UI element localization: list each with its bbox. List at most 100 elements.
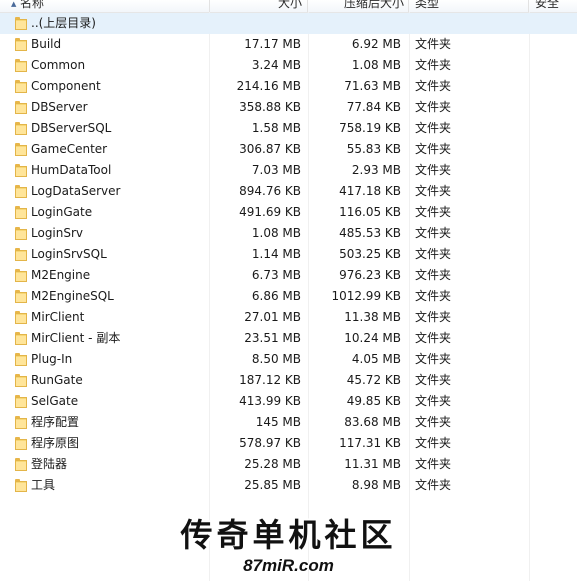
folder-name: HumDataTool (31, 163, 112, 177)
folder-size: 7.03 MB (251, 163, 301, 177)
folder-size: 25.85 MB (244, 478, 301, 492)
folder-name: Common (31, 58, 86, 72)
folder-compressed-size: 1012.99 KB (331, 289, 401, 303)
sort-up-icon: ▲ (11, 0, 17, 8)
folder-icon (15, 332, 27, 345)
folder-row[interactable]: DBServerSQL 1.58 MB 758.19 KB 文件夹 (0, 118, 577, 139)
folder-name: LoginSrvSQL (31, 247, 107, 261)
folder-row[interactable]: RunGate 187.12 KB 45.72 KB 文件夹 (0, 370, 577, 391)
folder-icon (15, 59, 27, 72)
parent-directory-row[interactable]: ..(上层目录) (0, 13, 577, 34)
folder-compressed-size: 55.83 KB (346, 142, 401, 156)
folder-row[interactable]: Plug-In 8.50 MB 4.05 MB 文件夹 (0, 349, 577, 370)
folder-type: 文件夹 (415, 373, 452, 387)
folder-name: LogDataServer (31, 184, 121, 198)
folder-row[interactable]: MirClient 27.01 MB 11.38 MB 文件夹 (0, 307, 577, 328)
folder-type: 文件夹 (415, 163, 452, 177)
folder-type: 文件夹 (415, 268, 452, 282)
folder-name: LoginGate (31, 205, 93, 219)
folder-type: 文件夹 (415, 436, 452, 450)
column-security-label: 安全 (535, 0, 560, 10)
folder-icon (15, 416, 27, 429)
folder-name: LoginSrv (31, 226, 84, 240)
folder-compressed-size: 77.84 KB (346, 100, 401, 114)
folder-size: 358.88 KB (239, 100, 301, 114)
folder-icon (15, 269, 27, 282)
folder-row[interactable]: HumDataTool 7.03 MB 2.93 MB 文件夹 (0, 160, 577, 181)
folder-icon (15, 122, 27, 135)
column-type-header[interactable]: 类型 (409, 0, 529, 12)
folder-type: 文件夹 (415, 100, 452, 114)
folder-compressed-size: 117.31 KB (339, 436, 401, 450)
folder-compressed-size: 11.38 MB (344, 310, 401, 324)
folder-compressed-size: 2.93 MB (351, 163, 401, 177)
folder-icon (15, 311, 27, 324)
folder-name: Component (31, 79, 101, 93)
folder-row[interactable]: MirClient - 副本 23.51 MB 10.24 MB 文件夹 (0, 328, 577, 349)
folder-row[interactable]: M2Engine 6.73 MB 976.23 KB 文件夹 (0, 265, 577, 286)
folder-compressed-size: 758.19 KB (339, 121, 401, 135)
folder-icon (15, 374, 27, 387)
folder-type: 文件夹 (415, 289, 452, 303)
folder-name: 工具 (31, 478, 56, 492)
column-size-header[interactable]: 大小 (210, 0, 308, 12)
folder-row[interactable]: LogDataServer 894.76 KB 417.18 KB 文件夹 (0, 181, 577, 202)
folder-type: 文件夹 (415, 331, 452, 345)
folder-name: RunGate (31, 373, 83, 387)
folder-type: 文件夹 (415, 394, 452, 408)
column-compressed-header[interactable]: 压缩后大小 (308, 0, 409, 12)
folder-name: M2EngineSQL (31, 289, 114, 303)
folder-row[interactable]: LoginSrv 1.08 MB 485.53 KB 文件夹 (0, 223, 577, 244)
folder-name: SelGate (31, 394, 79, 408)
folder-row[interactable]: DBServer 358.88 KB 77.84 KB 文件夹 (0, 97, 577, 118)
folder-name: GameCenter (31, 142, 108, 156)
folder-size: 306.87 KB (239, 142, 301, 156)
folder-size: 214.16 MB (236, 79, 301, 93)
folder-size: 1.14 MB (251, 247, 301, 261)
folder-name: Plug-In (31, 352, 73, 366)
folder-row[interactable]: GameCenter 306.87 KB 55.83 KB 文件夹 (0, 139, 577, 160)
folder-row[interactable]: LoginSrvSQL 1.14 MB 503.25 KB 文件夹 (0, 244, 577, 265)
folder-size: 6.73 MB (251, 268, 301, 282)
folder-compressed-size: 8.98 MB (351, 478, 401, 492)
file-list: ..(上层目录) Build 17.17 MB 6.92 MB 文件夹 Comm… (0, 13, 577, 496)
watermark-title: 传奇单机社区 (180, 516, 397, 554)
folder-row[interactable]: Common 3.24 MB 1.08 MB 文件夹 (0, 55, 577, 76)
folder-name: Build (31, 37, 62, 51)
folder-row[interactable]: 程序原图 578.97 KB 117.31 KB 文件夹 (0, 433, 577, 454)
column-name-header[interactable]: ▲ 名称 (0, 0, 210, 12)
folder-icon (15, 395, 27, 408)
parent-directory-label: ..(上层目录) (31, 16, 96, 30)
folder-row[interactable]: 程序配置 145 MB 83.68 MB 文件夹 (0, 412, 577, 433)
folder-type: 文件夹 (415, 415, 452, 429)
folder-row[interactable]: Component 214.16 MB 71.63 MB 文件夹 (0, 76, 577, 97)
folder-size: 413.99 KB (239, 394, 301, 408)
folder-row[interactable]: LoginGate 491.69 KB 116.05 KB 文件夹 (0, 202, 577, 223)
folder-name: M2Engine (31, 268, 91, 282)
folder-name: 程序配置 (31, 415, 80, 429)
folder-compressed-size: 976.23 KB (339, 268, 401, 282)
folder-icon (15, 290, 27, 303)
column-size-label: 大小 (277, 0, 302, 10)
folder-size: 491.69 KB (239, 205, 301, 219)
folder-type: 文件夹 (415, 226, 452, 240)
column-header: ▲ 名称 大小 压缩后大小 类型 安全 (0, 0, 577, 13)
folder-size: 187.12 KB (239, 373, 301, 387)
folder-type: 文件夹 (415, 352, 452, 366)
folder-icon (15, 479, 27, 492)
folder-row[interactable]: Build 17.17 MB 6.92 MB 文件夹 (0, 34, 577, 55)
folder-icon (15, 143, 27, 156)
folder-row[interactable]: 登陆器 25.28 MB 11.31 MB 文件夹 (0, 454, 577, 475)
folder-type: 文件夹 (415, 142, 452, 156)
folder-row[interactable]: SelGate 413.99 KB 49.85 KB 文件夹 (0, 391, 577, 412)
folder-size: 6.86 MB (251, 289, 301, 303)
column-type-label: 类型 (415, 0, 440, 10)
folder-icon (15, 80, 27, 93)
folder-row[interactable]: 工具 25.85 MB 8.98 MB 文件夹 (0, 475, 577, 496)
folder-size: 23.51 MB (244, 331, 301, 345)
folder-size: 27.01 MB (244, 310, 301, 324)
column-security-header[interactable]: 安全 (529, 0, 577, 12)
column-compressed-label: 压缩后大小 (343, 0, 404, 10)
folder-row[interactable]: M2EngineSQL 6.86 MB 1012.99 KB 文件夹 (0, 286, 577, 307)
folder-name: MirClient (31, 310, 85, 324)
